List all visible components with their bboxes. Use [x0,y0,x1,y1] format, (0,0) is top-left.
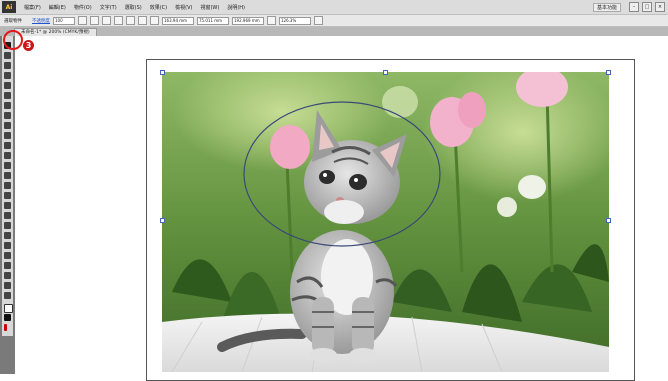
panel-menu-icon[interactable] [314,16,323,25]
paintbrush-tool-icon[interactable] [4,112,11,119]
hand-tool-icon[interactable] [4,282,11,289]
slice-tool-icon[interactable] [4,272,11,279]
menu-help[interactable]: 說明(H) [227,4,245,11]
bounding-handle-top-right[interactable] [606,70,611,75]
fill-swatch-icon[interactable] [4,304,13,313]
workspace-switcher[interactable]: 基本功能 [592,2,621,12]
distribute-icon[interactable] [126,16,135,25]
ellipse-tool-icon[interactable] [4,102,11,109]
menu-select[interactable]: 選取(S) [125,4,142,11]
opacity-link[interactable]: 不透明度 [32,18,50,24]
menu-effect[interactable]: 效果(C) [150,4,167,11]
align-icon[interactable] [90,16,99,25]
width-field[interactable]: 192.969 mm [232,16,264,25]
color-mode-icon[interactable] [4,324,7,331]
stroke-swatch-icon[interactable] [4,314,11,321]
symbol-sprayer-tool-icon[interactable] [4,242,11,249]
column-graph-tool-icon[interactable] [4,252,11,259]
close-button[interactable]: × [655,2,665,12]
step-badge: 3 [23,40,34,51]
eyedropper-tool-icon[interactable] [4,222,11,229]
tools-column [2,36,13,336]
blend-tool-icon[interactable] [4,232,11,239]
bounding-handle-top-left[interactable] [160,70,165,75]
warp-tool-icon[interactable] [4,162,11,169]
mesh-tool-icon[interactable] [4,202,11,209]
pen-tool-icon[interactable] [4,72,11,79]
opacity-field[interactable]: 100 [53,16,75,25]
rotate-tool-icon[interactable] [4,142,11,149]
kitten-photo[interactable] [162,72,609,372]
menu-view[interactable]: 檢視(V) [175,4,192,11]
menu-bar: Ai 檔案(F) 編輯(E) 物件(O) 文字(T) 選取(S) 效果(C) 檢… [0,0,668,15]
control-bar: 選取物件 不透明度 100 163.94 mm 75.011 mm 192.96… [0,15,668,27]
bounding-handle-middle-left[interactable] [160,218,165,223]
artboard-tool-icon[interactable] [4,262,11,269]
selection-label: 選取物件 [4,18,22,24]
x-field[interactable]: 163.94 mm [162,16,194,25]
y-field[interactable]: 75.011 mm [197,16,229,25]
align-right-icon[interactable] [114,16,123,25]
tools-panel [0,36,15,374]
align-center-icon[interactable] [102,16,111,25]
menu-object[interactable]: 物件(O) [74,4,92,11]
highlight-ring [3,30,23,50]
menu-file[interactable]: 檔案(F) [24,4,41,11]
eraser-tool-icon[interactable] [4,132,11,139]
height-field[interactable]: 126.3% [279,16,311,25]
shape-builder-tool-icon[interactable] [4,182,11,189]
minimize-button[interactable]: – [629,2,639,12]
maximize-button[interactable]: □ [642,2,652,12]
scale-tool-icon[interactable] [4,152,11,159]
bounding-handle-middle-right[interactable] [606,218,611,223]
zoom-tool-icon[interactable] [4,292,11,299]
transform-icon[interactable] [138,16,147,25]
line-tool-icon[interactable] [4,92,11,99]
magic-wand-tool-icon[interactable] [4,62,11,69]
document-tab-bar: 未命名-1* @ 200% (CMYK/預視) [0,27,668,37]
recolor-icon[interactable] [78,16,87,25]
photo-illustration [162,72,609,372]
menu-window[interactable]: 視窗(W) [200,4,219,11]
pencil-tool-icon[interactable] [4,122,11,129]
type-tool-icon[interactable] [4,82,11,89]
link-proportions-icon[interactable] [267,16,276,25]
app-logo: Ai [2,1,16,13]
reference-point-icon[interactable] [150,16,159,25]
menu-type[interactable]: 文字(T) [100,4,117,11]
menu-edit[interactable]: 編輯(E) [49,4,66,11]
bounding-handle-top-center[interactable] [383,70,388,75]
direct-selection-tool-icon[interactable] [4,52,11,59]
free-transform-tool-icon[interactable] [4,172,11,179]
gradient-tool-icon[interactable] [4,212,11,219]
perspective-grid-tool-icon[interactable] [4,192,11,199]
